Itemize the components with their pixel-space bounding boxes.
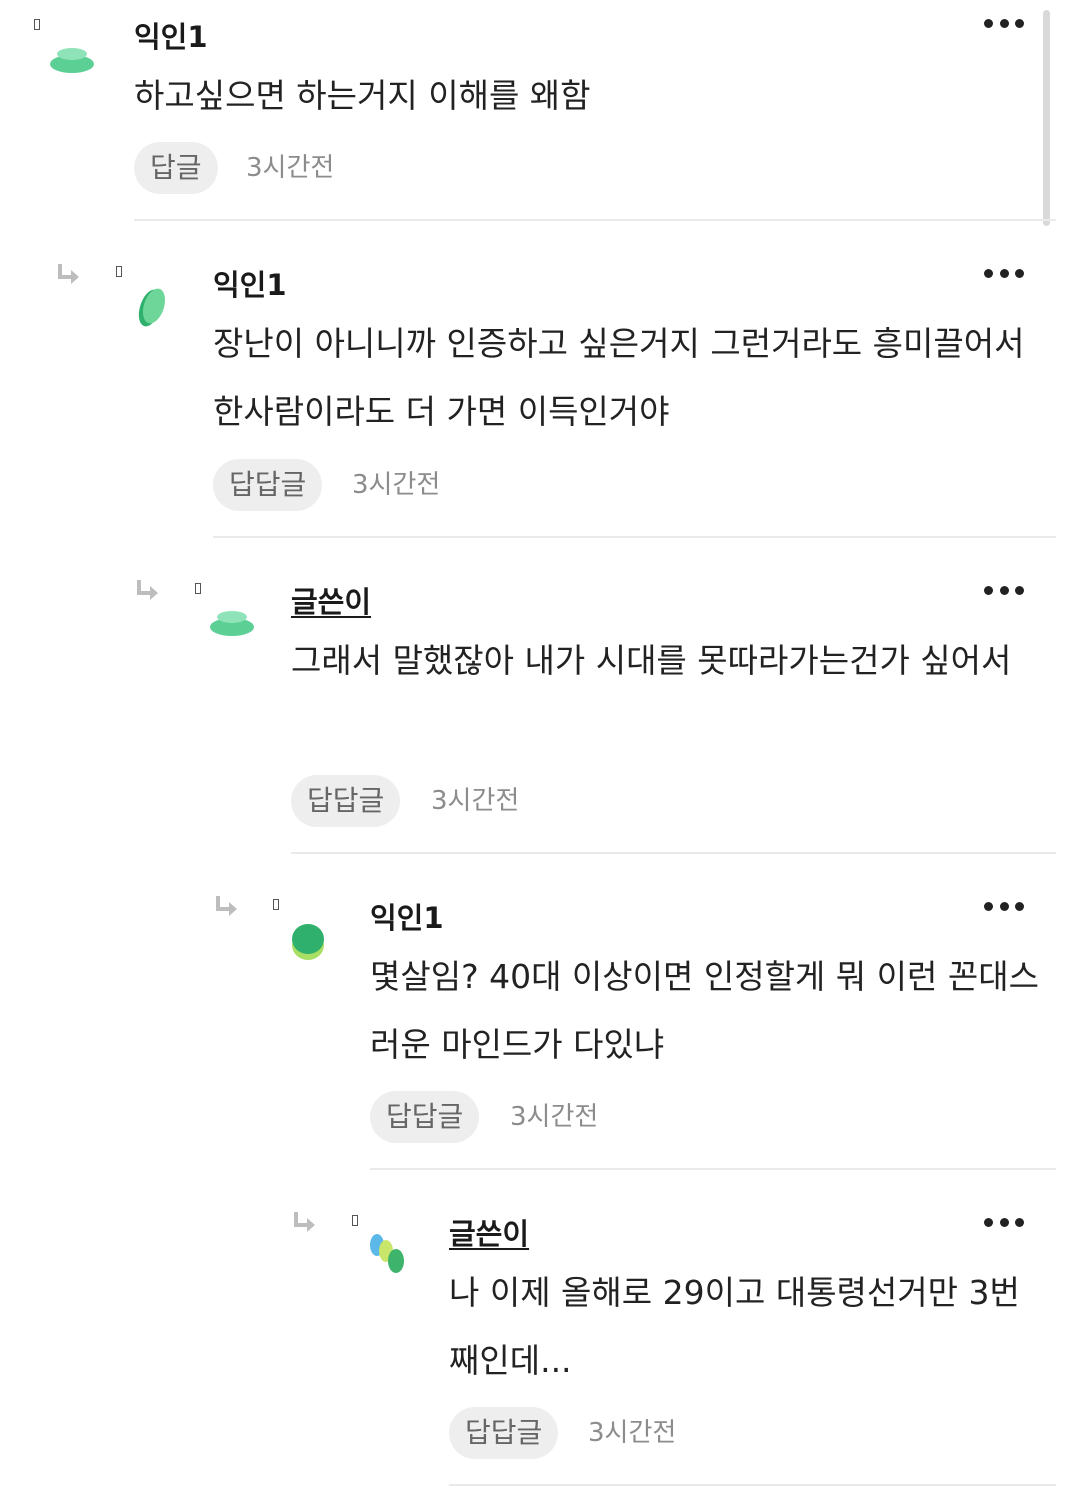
blob-avatar-icon[interactable]	[46, 36, 98, 88]
comment-author[interactable]: 글쓴이	[291, 579, 371, 621]
blob-avatar-icon[interactable]	[206, 599, 258, 651]
divider	[213, 536, 1056, 538]
comment-text: 나 이제 올해로 29이고 대통령선거만 3번째인데...	[449, 1273, 1020, 1380]
divider	[370, 1168, 1056, 1170]
comment-item: 글쓴이 그래서 말했잖아 내가 시대를 못따라가는건가 싶어서 답답글 3시간전	[0, 539, 1080, 855]
more-dots-icon[interactable]	[984, 17, 1024, 29]
comment-author[interactable]: 익인1	[134, 14, 208, 56]
reply-arrow-icon	[137, 580, 158, 600]
comment-text: 그래서 말했잖아 내가 시대를 못따라가는건가 싶어서	[291, 641, 1012, 680]
reply-button[interactable]: 답답글	[291, 775, 401, 827]
blob-avatar-icon[interactable]	[284, 915, 336, 967]
more-dots-icon[interactable]	[984, 584, 1024, 596]
blob-avatar-icon[interactable]	[126, 282, 178, 334]
reply-button[interactable]: 답답글	[213, 459, 323, 511]
comment-time: 3시간전	[510, 1102, 599, 1132]
more-dots-icon[interactable]	[984, 1216, 1024, 1228]
comment-item: 글쓴이 나 이제 올해로 29이고 대통령선거만 3번째인데... 답답글 3시…	[0, 1171, 1080, 1497]
reply-arrow-icon	[294, 1212, 315, 1232]
badge-mark	[34, 19, 40, 30]
comment-text: 몇살임? 40대 이상이면 인정할게 뭐 이런 꼰대스러운 마인드가 다있냐	[370, 957, 1039, 1064]
comment-time: 3시간전	[352, 470, 441, 500]
comment-item: 익인1 하고싶으면 하는거지 이해를 왜함 답글 3시간전	[0, 0, 1080, 222]
comment-text: 하고싶으면 하는거지 이해를 왜함	[134, 76, 591, 115]
comment-item: 익인1 장난이 아니니까 인증하고 싶은거지 그런거라도 흥미끌어서 한사람이라…	[0, 222, 1080, 539]
comment-item: 익인1 몇살임? 40대 이상이면 인정할게 뭐 이런 꼰대스러운 마인드가 다…	[0, 855, 1080, 1171]
comment-time: 3시간전	[431, 786, 520, 816]
comment-text: 장난이 아니니까 인증하고 싶은거지 그런거라도 흥미끌어서 한사람이라도 더 …	[213, 324, 1025, 431]
divider	[449, 1484, 1056, 1486]
comment-author[interactable]: 글쓴이	[449, 1211, 529, 1253]
badge-mark	[352, 1215, 358, 1226]
badge-mark	[116, 266, 122, 277]
divider	[291, 852, 1056, 854]
comment-author[interactable]: 익인1	[370, 895, 444, 937]
reply-button[interactable]: 답글	[134, 142, 218, 194]
reply-button[interactable]: 답답글	[449, 1407, 559, 1459]
reply-button[interactable]: 답답글	[370, 1091, 480, 1143]
comment-author[interactable]: 익인1	[213, 262, 287, 304]
reply-arrow-icon	[58, 264, 79, 284]
badge-mark	[195, 583, 201, 594]
divider	[134, 219, 1056, 221]
more-dots-icon[interactable]	[984, 267, 1024, 279]
comment-time: 3시간전	[246, 153, 335, 183]
more-dots-icon[interactable]	[984, 900, 1024, 912]
comment-time: 3시간전	[588, 1418, 677, 1448]
badge-mark	[273, 899, 279, 910]
blob-avatar-icon[interactable]	[362, 1229, 414, 1281]
reply-arrow-icon	[216, 896, 237, 916]
